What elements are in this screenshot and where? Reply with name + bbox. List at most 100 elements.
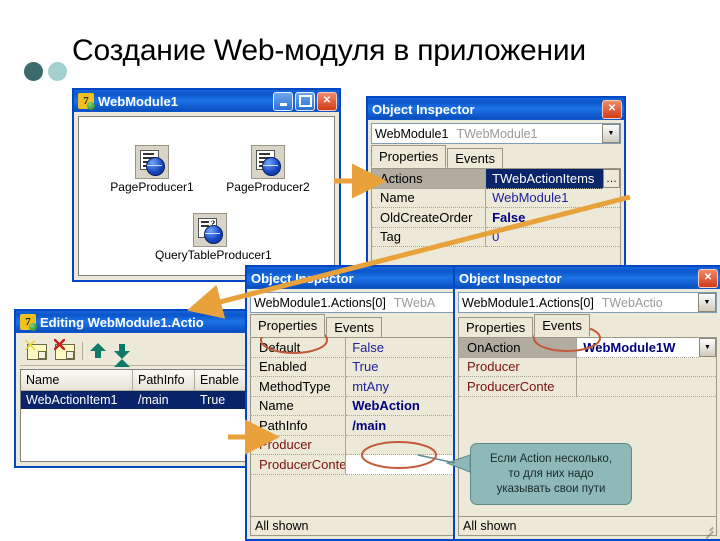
property-value[interactable]: False bbox=[346, 338, 458, 358]
property-name: Name bbox=[251, 396, 347, 416]
property-value[interactable]: WebModule1 bbox=[486, 188, 620, 208]
column-header-pathinfo[interactable]: PathInfo bbox=[133, 370, 195, 390]
window-title-oi-top: Object Inspector bbox=[372, 101, 475, 117]
window-title-web-module: WebModule1 bbox=[98, 93, 178, 109]
table-row[interactable]: OldCreateOrder False bbox=[372, 208, 620, 228]
component-label: PageProducer1 bbox=[110, 180, 194, 194]
object-selector-right[interactable]: WebModule1.Actions[0] TWebActio ▼ bbox=[458, 292, 717, 313]
table-row[interactable]: PathInfo /main bbox=[251, 416, 458, 436]
selected-object-type: TWebModule1 bbox=[456, 126, 538, 141]
tab-events[interactable]: Events bbox=[447, 148, 503, 168]
page-producer-icon bbox=[135, 145, 169, 179]
component-page-producer-1[interactable]: PageProducer1 bbox=[97, 145, 207, 194]
tab-properties[interactable]: Properties bbox=[458, 317, 534, 337]
oi-grid-top[interactable]: Actions TWebActionItems … Name WebModule… bbox=[371, 169, 621, 267]
window-editing-actions[interactable]: 7 Editing WebModule1.Actio Name PathInfo… bbox=[14, 309, 268, 468]
chevron-down-icon[interactable]: ▼ bbox=[698, 293, 716, 312]
property-value[interactable] bbox=[346, 435, 458, 455]
titlebar-object-inspector-right[interactable]: Object Inspector ✕ bbox=[455, 267, 720, 289]
chevron-down-icon[interactable]: ▼ bbox=[602, 124, 620, 143]
oi-grid-mid[interactable]: Default False Enabled True MethodType mt… bbox=[250, 338, 459, 517]
actions-list-header: Name PathInfo Enable bbox=[21, 370, 261, 391]
table-row[interactable]: Name WebAction bbox=[251, 396, 458, 416]
property-name: ProducerConte bbox=[251, 455, 347, 475]
tab-events[interactable]: Events bbox=[534, 314, 590, 337]
table-row[interactable]: Tag 0 bbox=[372, 227, 620, 247]
titlebar-object-inspector-mid[interactable]: Object Inspector bbox=[247, 267, 462, 289]
tab-properties[interactable]: Properties bbox=[250, 314, 326, 337]
component-query-table-producer-1[interactable]: QueryTableProducer1 bbox=[155, 213, 272, 262]
query-table-producer-icon bbox=[193, 213, 227, 247]
property-value[interactable]: True bbox=[346, 357, 458, 377]
ellipsis-button[interactable]: … bbox=[603, 169, 620, 189]
chevron-down-icon[interactable]: ▼ bbox=[699, 338, 716, 358]
delete-item-button[interactable] bbox=[54, 339, 76, 361]
add-item-button[interactable] bbox=[25, 340, 48, 361]
move-up-button[interactable] bbox=[89, 341, 107, 361]
window-object-inspector-mid[interactable]: Object Inspector WebModule1.Actions[0] T… bbox=[245, 265, 464, 541]
close-icon[interactable]: ✕ bbox=[698, 268, 718, 288]
event-name: ProducerConte bbox=[459, 377, 578, 397]
event-name: Producer bbox=[459, 357, 578, 377]
toolbar-editing-actions bbox=[20, 337, 262, 367]
oi-tabs-mid: Properties Events bbox=[250, 314, 459, 338]
event-handler-value[interactable] bbox=[577, 357, 716, 377]
actions-list[interactable]: Name PathInfo Enable WebActionItem1 /mai… bbox=[20, 369, 262, 462]
table-row[interactable]: Enabled True bbox=[251, 357, 458, 377]
minimize-button[interactable] bbox=[273, 91, 293, 111]
property-name: Tag bbox=[372, 227, 487, 247]
table-row[interactable]: ProducerConte bbox=[459, 377, 716, 397]
status-bar-mid: All shown bbox=[250, 517, 459, 536]
tab-events[interactable]: Events bbox=[326, 317, 382, 337]
status-bar-right: All shown bbox=[458, 517, 717, 536]
table-row[interactable]: Default False bbox=[251, 338, 458, 358]
property-name: Name bbox=[372, 188, 487, 208]
close-button[interactable]: ✕ bbox=[317, 91, 337, 111]
table-row[interactable]: Actions TWebActionItems … bbox=[372, 169, 620, 189]
table-row[interactable]: Producer bbox=[459, 357, 716, 377]
table-row[interactable]: OnAction WebModule1W ▼ bbox=[459, 338, 716, 358]
callout-line: Если Action несколько, bbox=[489, 452, 613, 465]
slide-stage: Создание Web-модуля в приложении 7 WebMo… bbox=[0, 0, 720, 541]
web-module-canvas[interactable]: PageProducer1 PageProducer2 QueryTablePr… bbox=[78, 116, 335, 276]
close-icon[interactable]: ✕ bbox=[602, 99, 622, 119]
titlebar-object-inspector-top[interactable]: Object Inspector ✕ bbox=[368, 98, 624, 120]
cell-name: WebActionItem1 bbox=[26, 393, 118, 407]
object-selector-mid[interactable]: WebModule1.Actions[0] TWebA bbox=[250, 292, 459, 313]
property-value[interactable]: False bbox=[486, 208, 620, 228]
property-value[interactable]: 0 bbox=[486, 227, 620, 247]
table-row[interactable]: Producer bbox=[251, 435, 458, 455]
event-handler-value[interactable]: WebModule1W bbox=[577, 338, 699, 358]
table-row[interactable]: MethodType mtAny bbox=[251, 377, 458, 397]
status-text: All shown bbox=[255, 519, 309, 533]
column-header-name[interactable]: Name bbox=[21, 370, 133, 390]
event-handler-value[interactable] bbox=[577, 377, 716, 397]
page-title: Создание Web-модуля в приложении bbox=[72, 34, 586, 67]
property-value[interactable]: WebAction bbox=[346, 396, 458, 416]
window-web-module[interactable]: 7 WebModule1 ✕ PageProducer1 PageProduce… bbox=[72, 88, 341, 282]
table-row[interactable]: ProducerConte bbox=[251, 455, 458, 475]
resize-grip-icon[interactable] bbox=[702, 520, 714, 532]
component-label: PageProducer2 bbox=[226, 180, 310, 194]
window-object-inspector-top[interactable]: Object Inspector ✕ WebModule1 TWebModule… bbox=[366, 96, 626, 272]
titlebar-web-module[interactable]: 7 WebModule1 ✕ bbox=[74, 90, 339, 112]
table-row[interactable]: WebActionItem1 /main True bbox=[21, 391, 261, 409]
property-value[interactable] bbox=[346, 455, 458, 475]
delphi-icon: 7 bbox=[20, 314, 37, 331]
component-page-producer-2[interactable]: PageProducer2 bbox=[213, 145, 323, 194]
selected-object-name: WebModule1.Actions[0] bbox=[254, 295, 386, 310]
property-name: Default bbox=[251, 338, 347, 358]
move-down-button[interactable] bbox=[113, 341, 131, 367]
object-selector-top[interactable]: WebModule1 TWebModule1 ▼ bbox=[371, 123, 621, 144]
property-value[interactable]: TWebActionItems bbox=[486, 169, 603, 189]
maximize-button[interactable] bbox=[295, 91, 315, 111]
table-row[interactable]: Name WebModule1 bbox=[372, 188, 620, 208]
selected-object-name: WebModule1.Actions[0] bbox=[462, 295, 594, 310]
tab-properties[interactable]: Properties bbox=[371, 145, 447, 168]
titlebar-editing-actions[interactable]: 7 Editing WebModule1.Actio bbox=[16, 311, 266, 333]
property-value-pathinfo[interactable]: /main bbox=[346, 416, 458, 436]
component-label: QueryTableProducer1 bbox=[155, 248, 272, 262]
property-name: Actions bbox=[372, 169, 487, 189]
property-value[interactable]: mtAny bbox=[346, 377, 458, 397]
property-name: PathInfo bbox=[251, 416, 347, 436]
